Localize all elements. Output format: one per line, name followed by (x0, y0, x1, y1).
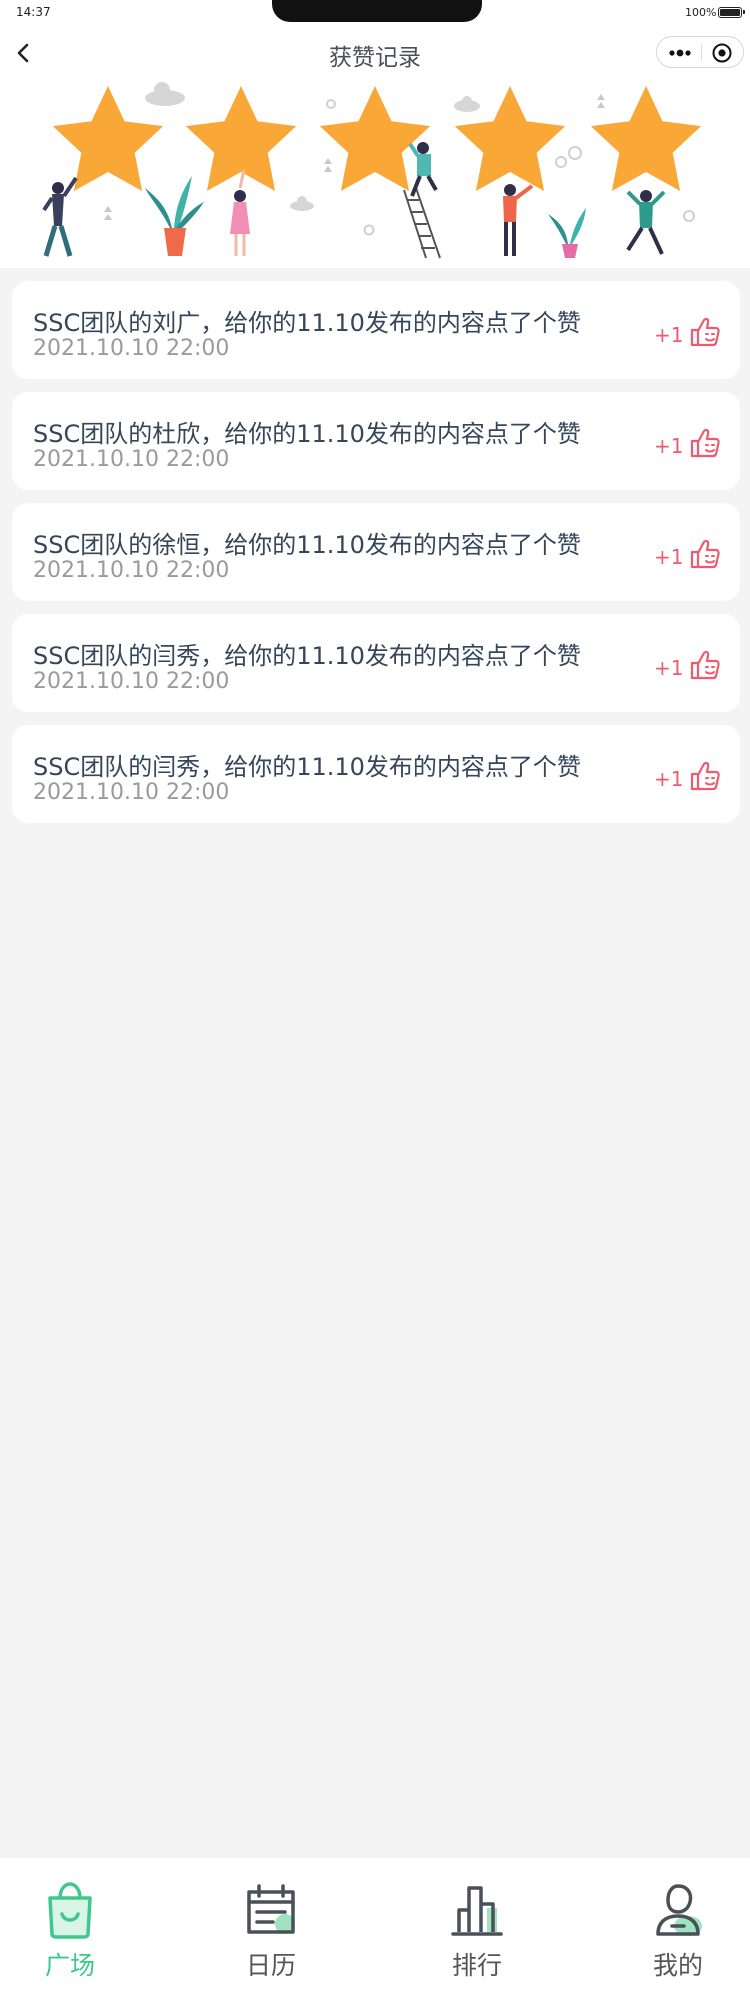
like-timestamp: 2021.10.10 22:00 (33, 780, 230, 805)
tab-label: 排行 (451, 1951, 502, 1980)
thumbs-up-icon (690, 428, 720, 458)
like-timestamp: 2021.10.10 22:00 (33, 336, 230, 361)
plant-decoration (145, 176, 204, 256)
like-record-item[interactable]: SSC团队的杜欣，给你的11.10发布的内容点了个赞 2021.10.10 22… (12, 392, 740, 490)
like-count-badge: +1 (654, 434, 684, 458)
user-icon (656, 1884, 702, 1936)
tab-label: 我的 (652, 1951, 703, 1980)
tab-calendar[interactable]: 日历 (211, 1880, 331, 1990)
person-figure (626, 190, 666, 255)
shopping-bag-icon (48, 1882, 92, 1939)
plant-decoration (548, 208, 586, 258)
tab-label: 广场 (44, 1951, 95, 1980)
like-count-badge: +1 (654, 656, 684, 680)
like-message: SSC团队的闫秀，给你的11.10发布的内容点了个赞 (33, 753, 581, 781)
like-timestamp: 2021.10.10 22:00 (33, 447, 230, 472)
bar-chart-icon (451, 1886, 503, 1936)
status-bar: 14:37 100% (0, 0, 750, 26)
like-count-badge: +1 (654, 545, 684, 569)
like-count-badge: +1 (654, 767, 684, 791)
like-timestamp: 2021.10.10 22:00 (33, 558, 230, 583)
banner-illustration (0, 78, 750, 268)
like-timestamp: 2021.10.10 22:00 (33, 669, 230, 694)
person-figure (230, 169, 250, 256)
like-message: SSC团队的杜欣，给你的11.10发布的内容点了个赞 (33, 420, 581, 448)
battery-percentage: 100% (685, 6, 717, 19)
capsule-divider (701, 44, 702, 62)
like-record-item[interactable]: SSC团队的刘广，给你的11.10发布的内容点了个赞 2021.10.10 22… (12, 281, 740, 379)
thumbs-up-icon (690, 317, 720, 347)
like-message: SSC团队的闫秀，给你的11.10发布的内容点了个赞 (33, 642, 581, 670)
mini-program-capsule (656, 36, 744, 68)
camera-notch (272, 0, 482, 22)
person-figure (42, 176, 78, 257)
cloud-icon (145, 82, 480, 211)
stars-illustration (42, 82, 702, 259)
nav-bar: 获赞记录 (0, 26, 750, 78)
like-record-item[interactable]: SSC团队的闫秀，给你的11.10发布的内容点了个赞 2021.10.10 22… (12, 725, 740, 823)
tab-profile[interactable]: 我的 (618, 1880, 738, 1990)
bottom-tab-bar: 广场 日历 排行 我的 (0, 1858, 750, 2000)
battery-icon (718, 7, 745, 18)
like-record-item[interactable]: SSC团队的闫秀，给你的11.10发布的内容点了个赞 2021.10.10 22… (12, 614, 740, 712)
like-record-list: SSC团队的刘广，给你的11.10发布的内容点了个赞 2021.10.10 22… (12, 281, 740, 836)
calendar-icon (247, 1884, 295, 1934)
person-figure (503, 184, 534, 256)
like-count-badge: +1 (654, 323, 684, 347)
thumbs-up-icon (690, 650, 720, 680)
like-record-item[interactable]: SSC团队的徐恒，给你的11.10发布的内容点了个赞 2021.10.10 22… (12, 503, 740, 601)
more-icon[interactable] (667, 45, 693, 61)
tab-label: 日历 (245, 1951, 296, 1980)
tab-square[interactable]: 广场 (10, 1880, 130, 1990)
like-message: SSC团队的刘广，给你的11.10发布的内容点了个赞 (33, 309, 581, 337)
like-message: SSC团队的徐恒，给你的11.10发布的内容点了个赞 (33, 531, 581, 559)
ladder-figure (403, 142, 441, 259)
tab-ranking[interactable]: 排行 (417, 1880, 537, 1990)
thumbs-up-icon (690, 539, 720, 569)
close-target-icon[interactable] (711, 42, 733, 64)
page-title: 获赞记录 (329, 45, 421, 71)
thumbs-up-icon (690, 761, 720, 791)
status-time: 14:37 (16, 5, 51, 19)
